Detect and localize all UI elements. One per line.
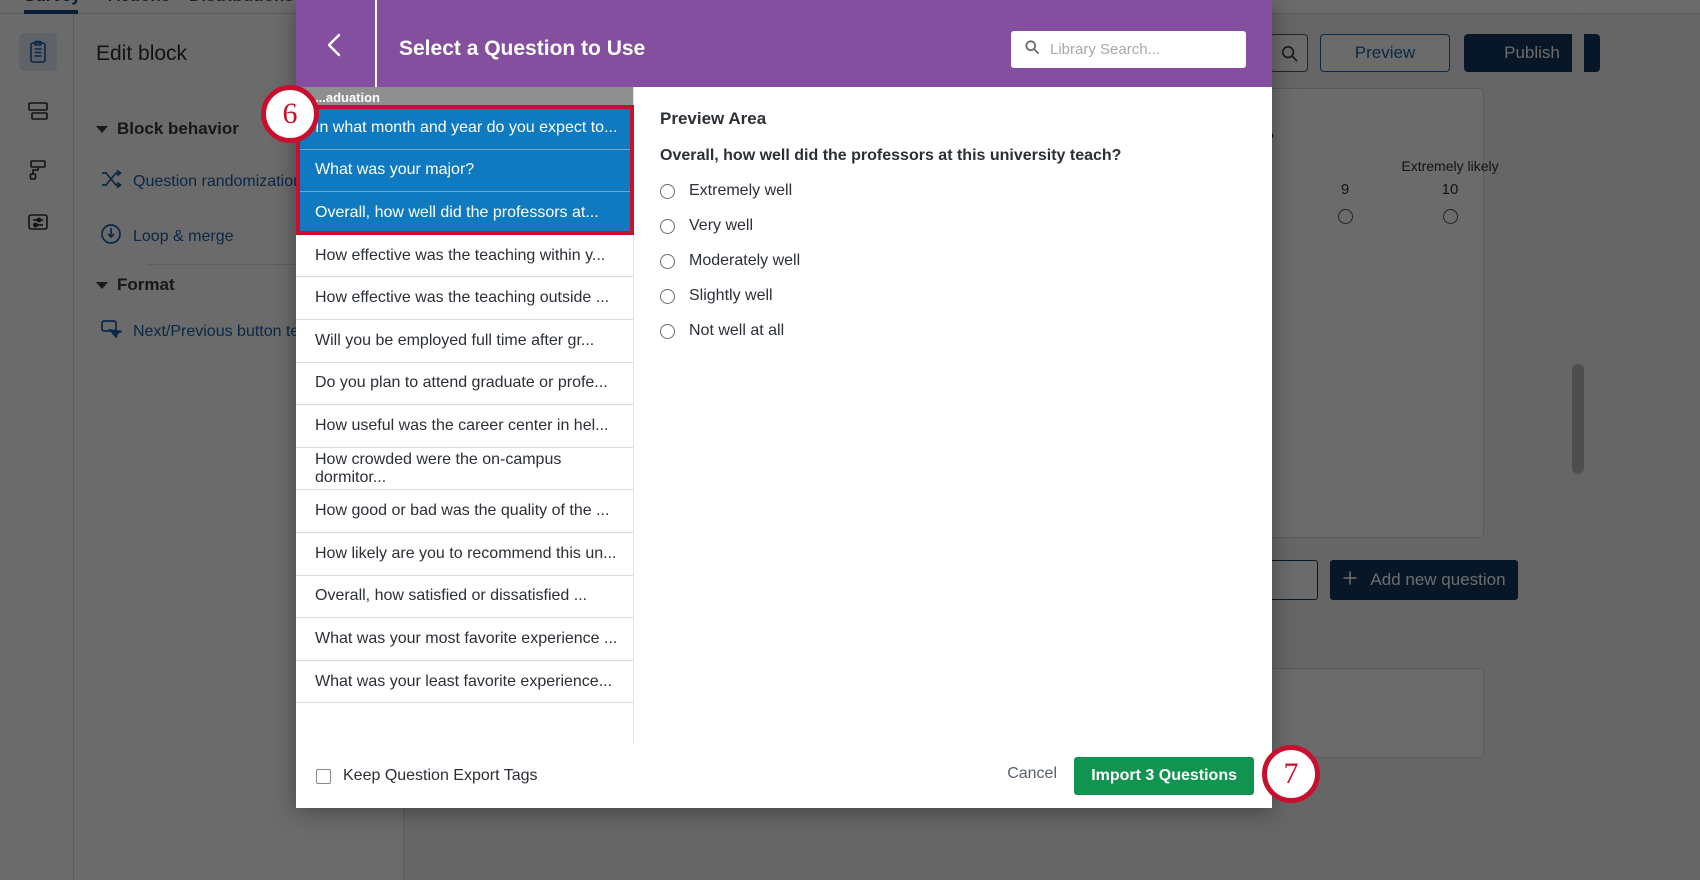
question-list-column: ...aduation In what month and year do yo…	[296, 87, 634, 744]
question-list: In what month and year do you expect to.…	[296, 107, 633, 704]
question-list-scroll[interactable]: In what month and year do you expect to.…	[296, 107, 633, 744]
modal-footer: Keep Question Export Tags Cancel Import …	[296, 744, 1272, 808]
question-list-item[interactable]: How good or bad was the quality of the .…	[296, 490, 633, 533]
preview-option-row[interactable]: Very well	[660, 217, 1246, 235]
preview-option-row[interactable]: Slightly well	[660, 287, 1246, 305]
checkbox-box[interactable]	[316, 768, 331, 784]
radio-icon[interactable]	[660, 288, 675, 304]
preview-option-row[interactable]: Not well at all	[660, 322, 1246, 340]
question-list-item[interactable]: How effective was the teaching outside .…	[296, 277, 633, 320]
cancel-button[interactable]: Cancel	[1007, 765, 1057, 783]
preview-options-list: Extremely well Very well Moderately well Sl…	[660, 182, 1246, 340]
preview-option-label: Moderately well	[689, 252, 801, 269]
header-divider	[375, 0, 377, 87]
preview-area-title: Preview Area	[660, 109, 767, 128]
question-list-item[interactable]: How crowded were the on-campus dormitor.…	[296, 447, 633, 491]
question-list-item[interactable]: Will you be employed full time after gr.…	[296, 319, 633, 363]
chevron-left-icon[interactable]	[320, 30, 350, 60]
modal-title: Select a Question to Use	[399, 37, 646, 60]
question-list-item[interactable]: What was your most favorite experience .…	[296, 618, 633, 661]
question-list-item[interactable]: How likely are you to recommend this un.…	[296, 532, 633, 576]
callout-badge-7: 7	[1262, 745, 1320, 803]
keep-export-tags-checkbox[interactable]: Keep Question Export Tags	[316, 767, 538, 785]
library-search-box[interactable]	[1011, 31, 1246, 68]
preview-option-label: Slightly well	[689, 287, 773, 304]
select-question-modal: Select a Question to Use ...aduation In …	[296, 0, 1272, 808]
keep-export-tags-label: Keep Question Export Tags	[343, 767, 538, 784]
preview-option-label: Very well	[689, 217, 754, 234]
preview-option-label: Not well at all	[689, 322, 785, 339]
preview-option-row[interactable]: Moderately well	[660, 252, 1246, 270]
preview-question-text: Overall, how well did the professors at …	[660, 147, 1122, 164]
search-icon	[1024, 39, 1040, 60]
question-list-item[interactable]: How useful was the career center in hel.…	[296, 405, 633, 448]
search-input[interactable]	[1050, 41, 1230, 58]
question-list-item[interactable]: What was your least favorite experience.…	[296, 660, 633, 704]
preview-column: Preview Area Overall, how well did the p…	[634, 87, 1272, 744]
preview-option-label: Extremely well	[689, 182, 793, 199]
question-list-item[interactable]: What was your major?	[296, 149, 633, 193]
radio-icon[interactable]	[660, 323, 675, 339]
question-list-item[interactable]: Do you plan to attend graduate or profe.…	[296, 362, 633, 406]
preview-option-row[interactable]: Extremely well	[660, 182, 1246, 200]
question-list-item[interactable]: Overall, how satisfied or dissatisfied .…	[296, 575, 633, 619]
radio-icon[interactable]	[660, 253, 675, 269]
import-questions-button[interactable]: Import 3 Questions	[1074, 757, 1254, 795]
modal-header: Select a Question to Use	[296, 0, 1272, 87]
question-group-header: ...aduation	[296, 87, 633, 107]
question-list-item[interactable]: Overall, how well did the professors at.…	[296, 192, 633, 235]
callout-badge-6: 6	[261, 85, 319, 143]
radio-icon[interactable]	[660, 218, 675, 234]
modal-body: ...aduation In what month and year do yo…	[296, 87, 1272, 744]
radio-icon[interactable]	[660, 183, 675, 199]
question-list-item[interactable]: How effective was the teaching within y.…	[296, 234, 633, 278]
question-list-item[interactable]: In what month and year do you expect to.…	[296, 107, 633, 150]
